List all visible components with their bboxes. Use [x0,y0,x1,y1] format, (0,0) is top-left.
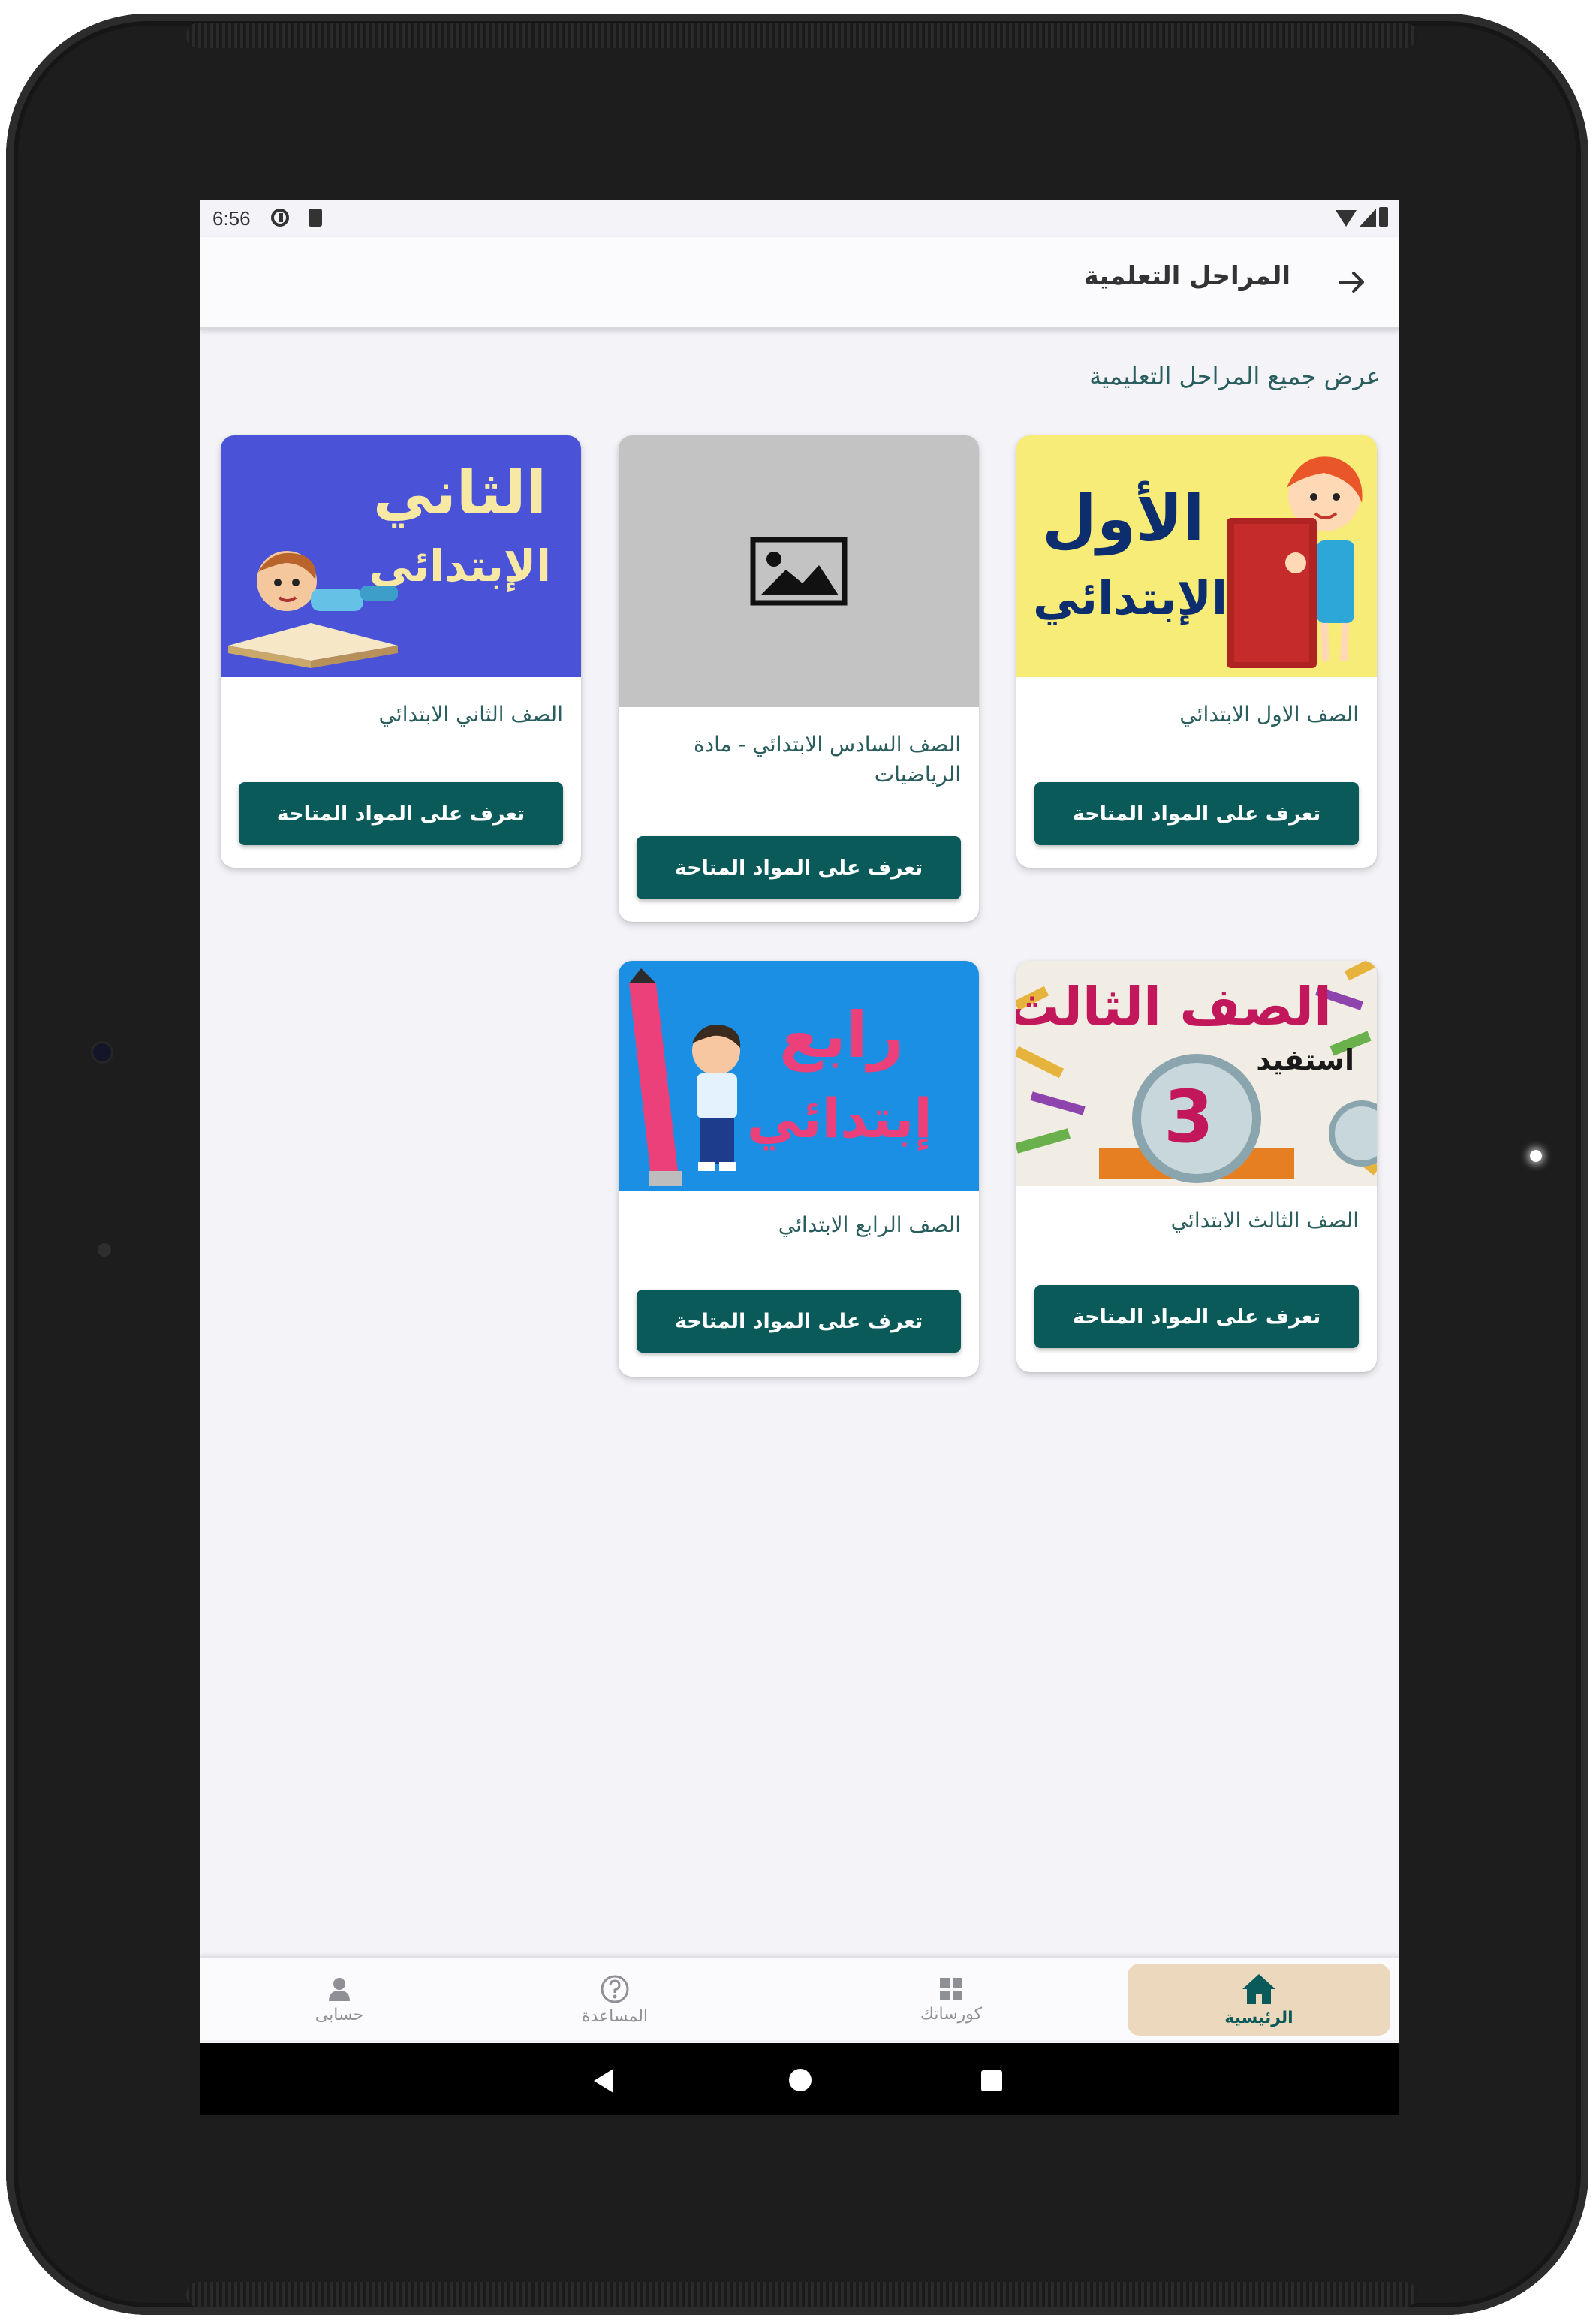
explore-subjects-button[interactable]: تعرف على المواد المتاحة [1034,782,1359,845]
back-button[interactable] [1329,260,1375,305]
image-text: رابع [778,998,904,1072]
nav-item-home[interactable]: الرئيسية [1128,1964,1390,2036]
status-bar: 6:56 [200,200,1399,237]
sd-card-icon [309,209,322,227]
image-placeholder-icon [750,537,848,606]
boy-reading-illustration [228,551,398,668]
image-text: الأول [1042,482,1205,555]
grade-name: الصف الثاني الابتدائي [378,702,563,727]
explore-subjects-button[interactable]: تعرف على المواد المتاحة [637,1290,961,1353]
light-indicator [1530,1150,1542,1162]
grade-card-sixth-math[interactable]: الصف السادس الابتدائي - مادة الرياضيات ت… [619,435,979,922]
home-icon [1242,1973,1275,2004]
system-recents-icon[interactable] [981,2070,1002,2091]
image-text: 3 [1164,1075,1214,1159]
image-text: الصف الثالث [1016,976,1332,1037]
explore-subjects-button[interactable]: تعرف على المواد المتاحة [637,836,961,899]
battery-icon [1379,207,1388,227]
screen: 6:56 المراحل التعلمية عرض جميع المراحل ا… [200,200,1399,2115]
image-text: إبتدائي [746,1087,932,1150]
front-camera [93,1043,111,1061]
explore-subjects-button[interactable]: تعرف على المواد المتاحة [239,782,563,845]
grade-image-first: الأول الإبتدائي [1016,435,1377,677]
tablet-grip-bottom [186,2282,1417,2307]
grade-name: الصف الرابع الابتدائي [778,1212,961,1237]
status-time: 6:56 [212,207,251,230]
grade-card-third[interactable]: الصف الثالث استفيد 3 الصف الثالث الابتدا… [1016,961,1377,1372]
help-icon [601,1975,629,2003]
grade-card-fourth[interactable]: رابع إبتدائي الصف الرابع الابتدائي تعرف … [619,961,979,1377]
boy-with-pencil-illustration [629,968,741,1186]
grade-card-second[interactable]: الثاني الإبتدائي الصف الثاني الابتدائي ت… [221,435,581,868]
explore-subjects-button[interactable]: تعرف على المواد المتاحة [1034,1285,1359,1348]
grade-name: الصف السادس الابتدائي - مادة الرياضيات [693,732,961,787]
nav-label: حسابى [315,2005,364,2024]
grade-image-placeholder [619,435,979,707]
grade-name: الصف الثالث الابتدائي [1170,1208,1359,1233]
signal-icon [1360,209,1376,227]
image-text: الإبتدائي [1033,570,1228,625]
sensor [98,1243,111,1257]
grid-icon [940,1977,962,2000]
section-subtitle: عرض جميع المراحل التعليمية [1089,362,1381,390]
arrow-back-icon [1339,272,1364,293]
nav-label: الرئيسية [1224,2008,1293,2027]
grade-card-first[interactable]: الأول الإبتدائي الصف الاول الابتدائي تعر… [1016,435,1377,868]
nav-label: كورساتك [920,2004,983,2024]
bottom-navigation: الرئيسية كورساتك المساعدة حسابى [200,1956,1399,2040]
image-text: استفيد [1256,1043,1354,1076]
nav-label: المساعدة [581,2006,649,2026]
nav-item-account[interactable]: حسابى [264,1964,414,2036]
nav-item-help[interactable]: المساعدة [540,1964,690,2036]
system-home-icon[interactable] [789,2069,812,2091]
person-icon [329,1977,350,2001]
image-text: الثاني [372,458,547,528]
girl-with-book-illustration [1227,456,1363,668]
nav-item-courses[interactable]: كورساتك [876,1964,1026,2036]
grade-name: الصف الاول الابتدائي [1179,702,1359,727]
notification-icon [271,209,289,227]
tablet-grip-top [186,23,1417,48]
page-title: المراحل التعلمية [1083,261,1290,291]
app-bar: المراحل التعلمية [200,237,1399,330]
grade-image-fourth: رابع إبتدائي [619,961,979,1191]
system-navigation-bar [200,2043,1399,2115]
wifi-icon [1336,210,1357,227]
grade-image-second: الثاني الإبتدائي [221,435,581,677]
grade-image-third: الصف الثالث استفيد 3 [1016,961,1377,1186]
system-back-icon[interactable] [594,2069,613,2093]
